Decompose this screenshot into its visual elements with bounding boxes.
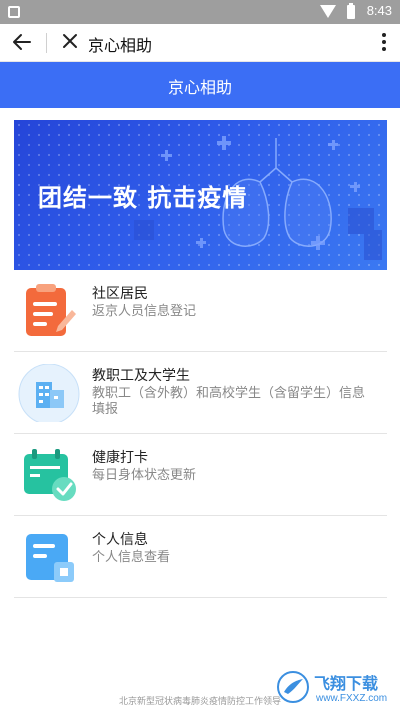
status-bar: 8:43 [0,0,400,24]
item-title: 个人信息 [92,532,148,548]
watermark-logo-icon [277,671,309,703]
page-title: 京心相助 [167,78,232,97]
list-item-community-residents[interactable]: 社区居民 返京人员信息登记 [14,270,387,352]
item-title: 教职工及大学生 [92,368,190,384]
page-header: 京心相助 [0,62,400,108]
service-list: 社区居民 返京人员信息登记 教职工及大学生 教职工（含外教）和高校学生（含留学生… [14,270,387,598]
list-item-personal-info[interactable]: 个人信息 个人信息查看 [14,516,387,598]
list-item-health-checkin[interactable]: 健康打卡 每日身体状态更新 [14,434,387,516]
close-icon[interactable] [58,29,82,53]
item-title: 社区居民 [92,286,148,302]
banner: 团结一致 抗击疫情 [14,120,387,270]
battery-icon [347,3,355,19]
watermark-site: www.FXXZ.com [316,693,388,704]
item-description: 返京人员信息登记 [92,304,197,319]
id-card-icon [26,534,74,582]
more-vert-icon[interactable] [380,32,388,52]
browser-title: 京心相助 [88,36,153,55]
wifi-icon [320,5,336,18]
item-description: 每日身体状态更新 [92,468,197,483]
notification-icon [8,6,20,18]
calendar-check-icon [24,449,76,501]
browser-toolbar: 京心相助 [0,24,400,62]
clipboard-pen-icon [26,284,76,336]
item-description: 个人信息查看 [92,550,171,565]
banner-slogan: 团结一致 抗击疫情 [38,184,248,212]
list-item-staff-students[interactable]: 教职工及大学生 教职工（含外教）和高校学生（含留学生）信息填报 [14,352,387,434]
item-title: 健康打卡 [92,450,148,466]
status-time: 8:43 [366,3,392,18]
building-icon [18,364,80,422]
watermark: 飞翔下载 www.FXXZ.com [276,666,394,710]
watermark-brand: 飞翔下载 [314,674,379,693]
toolbar-divider [46,33,47,53]
back-arrow-icon[interactable] [8,28,36,56]
item-description: 教职工（含外教）和高校学生（含留学生）信息填报 [92,386,366,417]
